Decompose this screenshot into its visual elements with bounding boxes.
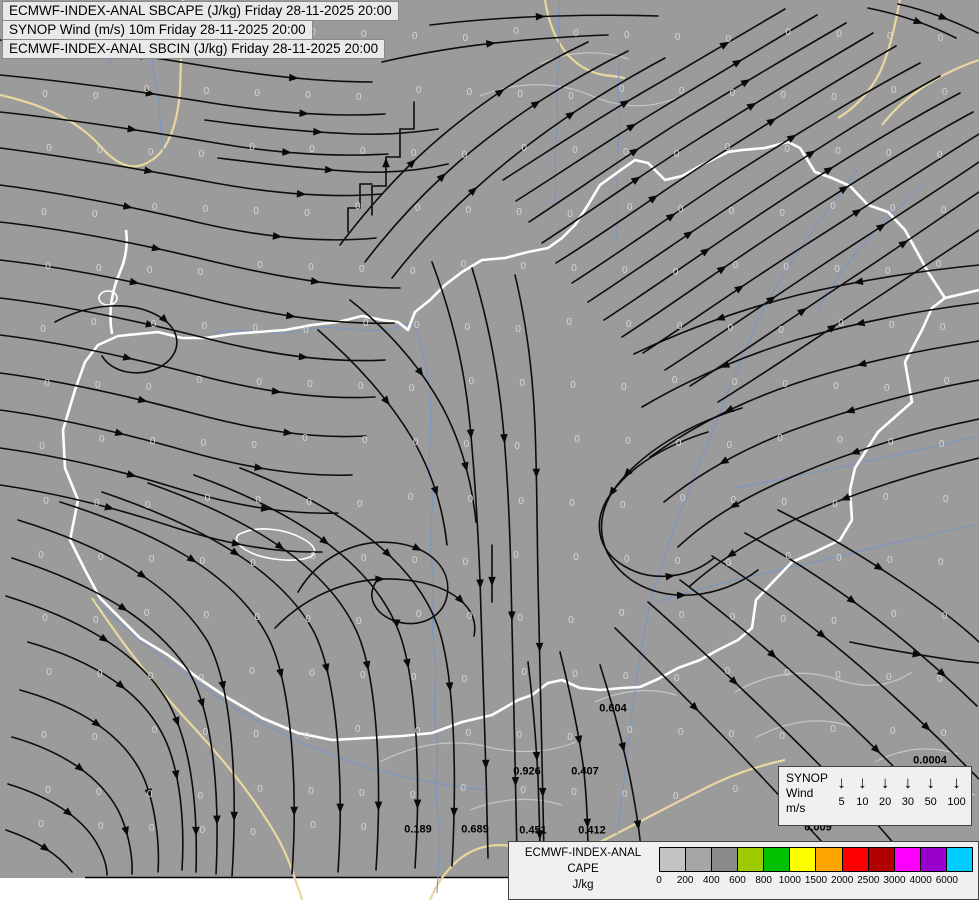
title-sbcin: ECMWF-INDEX-ANAL SBCIN (J/kg) Friday 28-… xyxy=(2,39,386,59)
cape-tick-label: 4000 xyxy=(909,875,932,886)
cape-tick-label: 2500 xyxy=(857,875,880,886)
wind-legend-title-line: SYNOP xyxy=(786,771,829,785)
cape-tick-label: 6000 xyxy=(935,875,958,886)
cape-color-cell xyxy=(789,848,816,871)
cape-color-cell xyxy=(841,848,868,871)
cape-color-cell xyxy=(763,848,790,871)
cape-tick-label: 2000 xyxy=(831,875,854,886)
cape-color-cell xyxy=(737,848,764,871)
wind-speed-item: ↓ 5 xyxy=(837,770,846,825)
wind-legend-arrows: ↓ 5 ↓ 10 ↓ 20 ↓ 30 ↓ 50 ↓ 100 xyxy=(832,767,971,825)
cape-ticks: 0 200 400 600 800 1000 1500 2000 2500 3000 4000 600… xyxy=(656,875,973,889)
contour-value: 0.412 xyxy=(578,824,606,837)
wind-speed-item: ↓ 10 xyxy=(856,770,868,825)
contour-value: 0.189 xyxy=(404,823,432,836)
cape-tick-label: 600 xyxy=(729,875,746,886)
wind-legend-title: SYNOP Wind m/s xyxy=(779,767,832,825)
cape-tick-label: 200 xyxy=(676,875,694,886)
wind-arrow-icon: ↓ xyxy=(903,773,913,792)
cape-color-cell xyxy=(867,848,894,871)
wind-legend-title-line: Wind xyxy=(786,786,814,800)
cape-color-cell xyxy=(660,848,686,871)
contour-value: 0.0004 xyxy=(913,754,947,767)
cape-colorbar xyxy=(659,847,973,872)
cape-tick-label: 3000 xyxy=(883,875,906,886)
wind-arrow-icon: ↓ xyxy=(880,773,890,792)
wind-legend-title-line: m/s xyxy=(786,801,806,815)
wind-legend: SYNOP Wind m/s ↓ 5 ↓ 10 ↓ 20 ↓ 30 ↓ 50 ↓ 100 xyxy=(778,766,972,826)
wind-speed-item: ↓ 100 xyxy=(947,770,965,825)
cape-tick-label: 1000 xyxy=(778,875,801,886)
cape-legend-title-line: ECMWF-INDEX-ANAL xyxy=(524,847,642,859)
contour-value: 0.926 xyxy=(513,765,541,778)
title-box: ECMWF-INDEX-ANAL SBCAPE (J/kg) Friday 28… xyxy=(2,1,399,59)
wind-speed-label: 100 xyxy=(947,796,966,808)
title-wind: SYNOP Wind (m/s) 10m Friday 28-11-2025 2… xyxy=(2,20,313,40)
wind-speed-label: 50 xyxy=(924,796,937,808)
contour-value: 0.451 xyxy=(519,824,547,837)
wind-speed-label: 10 xyxy=(856,796,869,808)
contour-value: 0.604 xyxy=(599,702,627,715)
wind-speed-item: ↓ 50 xyxy=(925,770,937,825)
point-value-layer: 0.926 0.407 0.604 0.189 0.689 0.451 0.412 0.000… xyxy=(0,0,979,900)
cape-color-cell xyxy=(815,848,842,871)
contour-value: 0.689 xyxy=(461,823,489,836)
weather-map: 0000000000000000000000000000000000000000… xyxy=(0,0,979,900)
cape-color-cell xyxy=(919,848,946,871)
wind-speed-item: ↓ 30 xyxy=(902,770,914,825)
cape-tick-label: 1500 xyxy=(804,875,828,886)
cape-color-cell xyxy=(945,848,972,871)
cape-legend-title: ECMWF-INDEX-ANAL CAPE J/kg xyxy=(509,845,657,893)
wind-arrow-icon: ↓ xyxy=(926,773,935,792)
wind-speed-label: 30 xyxy=(901,796,915,808)
cape-legend: ECMWF-INDEX-ANAL CAPE J/kg 0 200 400 600 800… xyxy=(508,841,979,900)
wind-arrow-icon: ↓ xyxy=(837,773,846,792)
wind-speed-label: 5 xyxy=(838,796,845,808)
cape-legend-title-line: CAPE xyxy=(567,863,599,875)
cape-color-cell xyxy=(685,848,712,871)
cape-legend-title-line: J/kg xyxy=(572,879,594,891)
wind-arrow-icon: ↓ xyxy=(858,773,867,792)
cape-tick-label: 400 xyxy=(702,875,720,886)
cape-color-cell xyxy=(711,848,738,871)
cape-tick-label: 800 xyxy=(755,875,772,886)
cape-tick-label: 0 xyxy=(656,875,662,886)
title-sbcape: ECMWF-INDEX-ANAL SBCAPE (J/kg) Friday 28… xyxy=(2,1,399,21)
wind-speed-label: 20 xyxy=(879,796,892,808)
contour-value: 0.407 xyxy=(571,765,599,778)
wind-speed-item: ↓ 20 xyxy=(879,770,891,825)
cape-color-cell xyxy=(893,848,920,871)
wind-arrow-icon: ↓ xyxy=(952,773,961,792)
